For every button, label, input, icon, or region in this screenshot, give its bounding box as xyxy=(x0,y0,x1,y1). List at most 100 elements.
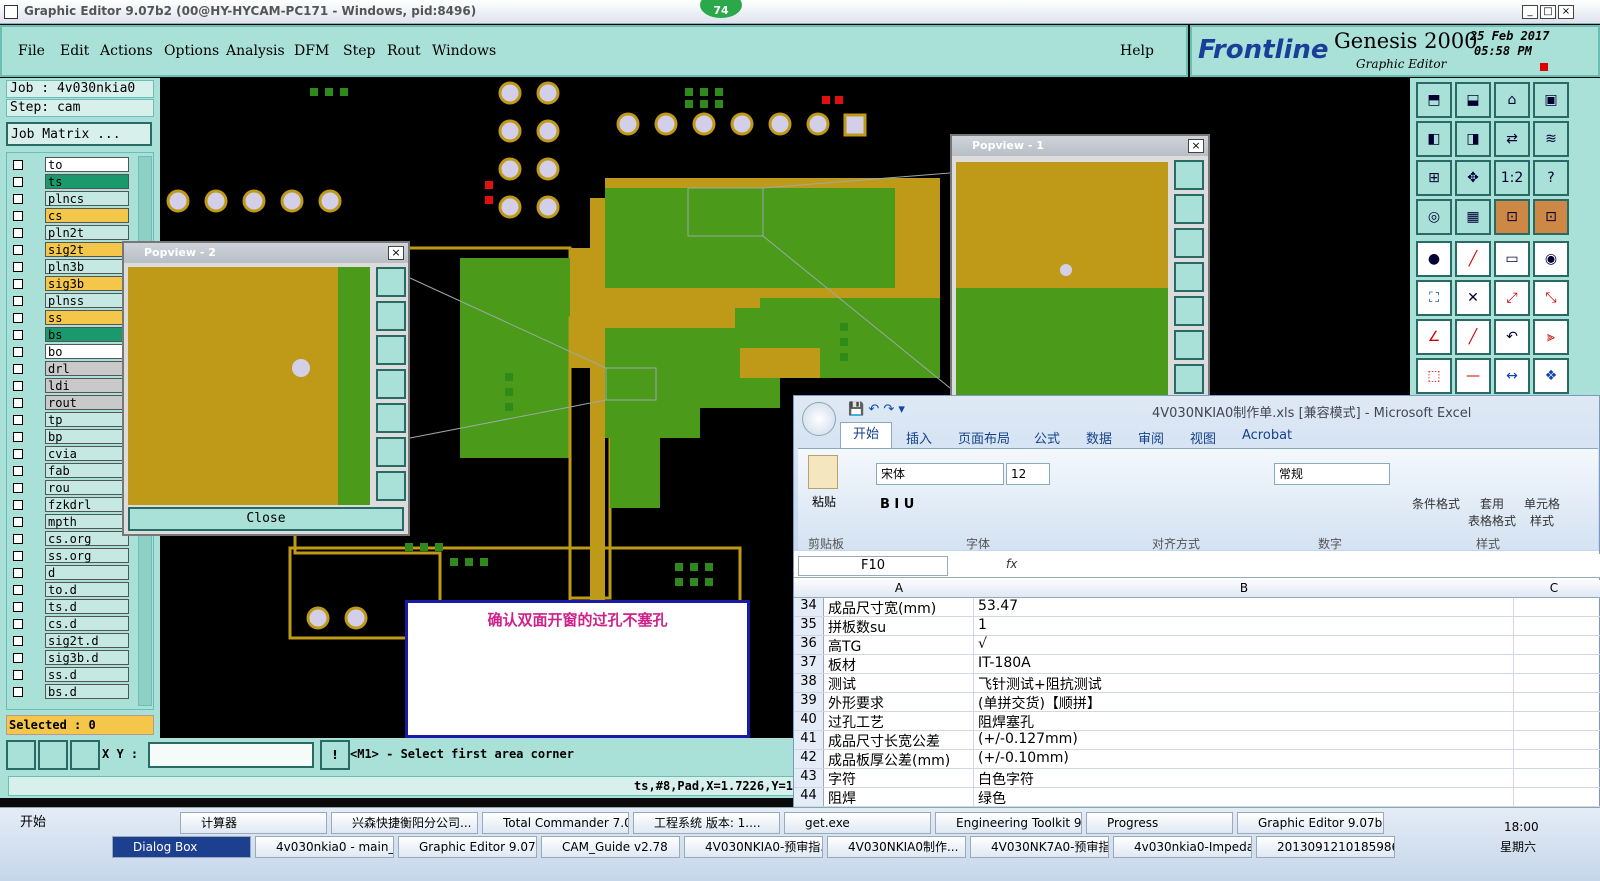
menu-analysis[interactable]: Analysis xyxy=(226,43,285,59)
layer-name[interactable]: sig2t.d xyxy=(45,633,129,648)
layer-name[interactable]: pln2t xyxy=(45,225,129,240)
col-header-b[interactable]: B xyxy=(974,581,1514,595)
cell-b[interactable]: (+/-0.127mm) xyxy=(978,731,1514,749)
row-header[interactable]: 39 xyxy=(794,693,824,711)
taskbar-button[interactable]: 兴森快捷衡阳分公司... xyxy=(331,812,478,834)
paste-icon[interactable] xyxy=(808,455,838,489)
taskbar-button[interactable]: Total Commander 7.0 ... xyxy=(482,812,629,834)
cell-a[interactable]: 字符 xyxy=(828,769,974,787)
menu-windows[interactable]: Windows xyxy=(432,43,496,59)
popview-1-pan-right-button[interactable] xyxy=(1174,296,1204,326)
cell-a[interactable]: 成品板厚公差(mm) xyxy=(828,750,974,768)
cell-a[interactable]: 高TG xyxy=(828,636,974,654)
tab-page-layout[interactable]: 页面布局 xyxy=(958,428,1010,447)
layer-row-bp[interactable]: bp xyxy=(9,429,129,445)
cell-a[interactable]: 外形要求 xyxy=(828,693,974,711)
layer-name[interactable]: bp xyxy=(45,429,129,444)
tool-pan-left-icon[interactable]: ◧ xyxy=(1416,121,1452,157)
tool-move-icon[interactable]: ⤢ xyxy=(1494,280,1530,316)
cmd-angle-icon[interactable] xyxy=(38,740,68,770)
tool-eye-icon[interactable]: ◎ xyxy=(1416,199,1452,235)
tool-fit-icon[interactable]: ⊞ xyxy=(1416,160,1452,196)
layer-row-bs-d[interactable]: bs.d xyxy=(9,684,129,700)
layer-checkbox[interactable] xyxy=(13,245,23,255)
cell-b[interactable]: 阻焊塞孔 xyxy=(978,712,1514,730)
layer-name[interactable]: cs.d xyxy=(45,616,129,631)
cell-b[interactable]: IT-180A xyxy=(978,655,1514,673)
tool-circle-icon[interactable]: ◉ xyxy=(1533,241,1569,277)
cell-a[interactable]: 成品尺寸长宽公差 xyxy=(828,731,974,749)
tool-zoom-in-icon[interactable]: ⬒ xyxy=(1416,82,1452,118)
layer-row-sig3b-d[interactable]: sig3b.d xyxy=(9,650,129,666)
popview-1-close-icon[interactable]: × xyxy=(1188,139,1204,153)
layer-checkbox[interactable] xyxy=(13,687,23,697)
tab-review[interactable]: 审阅 xyxy=(1138,428,1164,447)
layer-checkbox[interactable] xyxy=(13,177,23,187)
layer-name[interactable]: mpth xyxy=(45,514,129,529)
layer-name[interactable]: to xyxy=(45,157,129,172)
tool-select-icon[interactable]: ⬚ xyxy=(1416,358,1452,394)
layer-name[interactable]: bs xyxy=(45,327,129,342)
layer-row-sig3b[interactable]: sig3b xyxy=(9,276,129,292)
popview-1-fit-button[interactable] xyxy=(1174,330,1204,360)
layer-name[interactable]: ss.org xyxy=(45,548,129,563)
taskbar-button[interactable]: 4v030nkia0 - main_qa xyxy=(255,836,394,858)
layer-checkbox[interactable] xyxy=(13,466,23,476)
taskbar-button[interactable]: 4V030NK7A0-预审指... xyxy=(970,836,1109,858)
tab-view[interactable]: 视图 xyxy=(1190,428,1216,447)
layer-row-fab[interactable]: fab xyxy=(9,463,129,479)
layer-checkbox[interactable] xyxy=(13,653,23,663)
layer-name[interactable]: ss.d xyxy=(45,667,129,682)
layer-checkbox[interactable] xyxy=(13,636,23,646)
row-header[interactable]: 36 xyxy=(794,636,824,654)
office-button[interactable] xyxy=(802,402,836,436)
layer-checkbox[interactable] xyxy=(13,160,23,170)
layer-checkbox[interactable] xyxy=(13,296,23,306)
tool-home-icon[interactable]: ⌂ xyxy=(1494,82,1530,118)
taskbar-button[interactable]: 计算器 xyxy=(180,812,327,834)
layer-name[interactable]: rou xyxy=(45,480,129,495)
layer-name[interactable]: sig3b xyxy=(45,276,129,291)
tool-center-icon[interactable]: ✥ xyxy=(1455,160,1491,196)
popview-1-pan-left-button[interactable] xyxy=(1174,262,1204,292)
font-size-select[interactable]: 12 xyxy=(1006,463,1050,485)
popview-2-pan-up-button[interactable] xyxy=(376,301,406,331)
layer-row-bo[interactable]: bo xyxy=(9,344,129,360)
layer-checkbox[interactable] xyxy=(13,483,23,493)
tool-pad-icon[interactable]: ● xyxy=(1416,241,1452,277)
layer-row-drl[interactable]: drl xyxy=(9,361,129,377)
row-header[interactable]: 41 xyxy=(794,731,824,749)
layer-row-plnss[interactable]: plnss xyxy=(9,293,129,309)
taskbar-button[interactable]: 20130912101859​86... xyxy=(1256,836,1395,858)
popview-2-close-icon[interactable]: × xyxy=(388,246,404,260)
maximize-button[interactable]: □ xyxy=(1540,5,1556,19)
layer-checkbox[interactable] xyxy=(13,279,23,289)
layer-checkbox[interactable] xyxy=(13,211,23,221)
menu-edit[interactable]: Edit xyxy=(60,43,89,59)
layer-row-ss-org[interactable]: ss.org xyxy=(9,548,129,564)
cell-b[interactable]: 1 xyxy=(978,617,1514,635)
cmd-zoom-icon[interactable] xyxy=(6,740,36,770)
layer-name[interactable]: to.d xyxy=(45,582,129,597)
layer-name[interactable]: bs.d xyxy=(45,684,129,699)
popview-1-pan-up-button[interactable] xyxy=(1174,194,1204,224)
layer-checkbox[interactable] xyxy=(13,670,23,680)
xy-input[interactable] xyxy=(148,742,314,768)
popview-2-fit-button[interactable] xyxy=(376,437,406,467)
layer-name[interactable]: ts xyxy=(45,174,129,189)
layer-checkbox[interactable] xyxy=(13,585,23,595)
tool-ruler-icon[interactable]: ▭ xyxy=(1494,241,1530,277)
layer-row-ldi[interactable]: ldi xyxy=(9,378,129,394)
layer-checkbox[interactable] xyxy=(13,381,23,391)
layer-name[interactable]: tp xyxy=(45,412,129,427)
menu-step[interactable]: Step xyxy=(343,43,375,59)
notification-badge[interactable]: 74 xyxy=(700,0,742,18)
minimize-button[interactable]: _ xyxy=(1522,5,1538,19)
layer-row-to-d[interactable]: to.d xyxy=(9,582,129,598)
layer-name[interactable]: ss xyxy=(45,310,129,325)
tool-window-icon[interactable]: ▣ xyxy=(1533,82,1569,118)
tab-formulas[interactable]: 公式 xyxy=(1034,428,1060,447)
taskbar-button[interactable]: Engineering Toolkit 9.... xyxy=(935,812,1082,834)
row-header[interactable]: 44 xyxy=(794,788,824,806)
layer-checkbox[interactable] xyxy=(13,330,23,340)
